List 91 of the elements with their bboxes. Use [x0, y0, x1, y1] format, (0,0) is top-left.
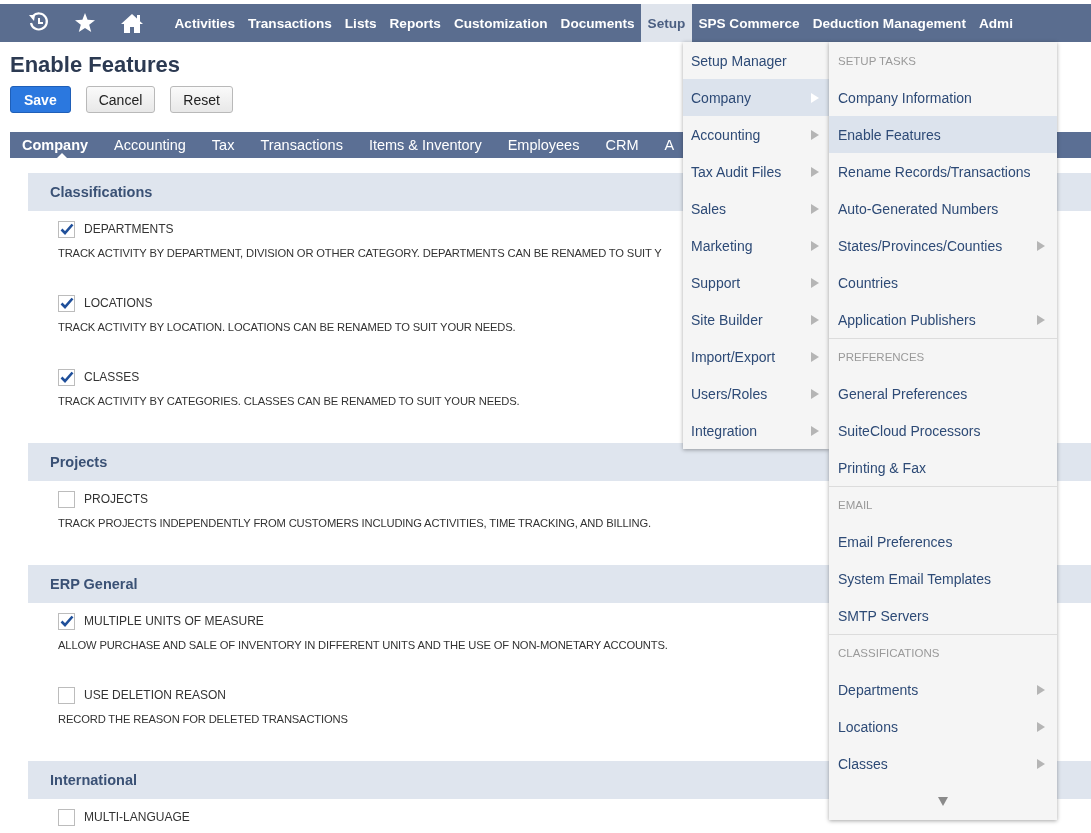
tab[interactable]: CRM: [605, 132, 652, 158]
tab[interactable]: Accounting: [114, 132, 199, 158]
menu-item[interactable]: Site Builder: [683, 301, 829, 338]
menu-item[interactable]: Marketing: [683, 227, 829, 264]
submenu-arrow-icon[interactable]: [1037, 684, 1045, 695]
section-title: Classifications: [50, 184, 153, 200]
submenu-arrow-icon[interactable]: [811, 388, 819, 399]
menu-item[interactable]: SMTP Servers: [829, 597, 1057, 634]
menu-item[interactable]: Locations: [829, 708, 1057, 745]
nav-item[interactable]: Deduction Management: [806, 4, 973, 42]
section-title: Projects: [50, 454, 108, 470]
menu-item[interactable]: Enable Features: [829, 116, 1057, 153]
menu-item[interactable]: Departments: [829, 671, 1057, 708]
recent-icon[interactable]: [28, 12, 50, 34]
menu-item[interactable]: SuiteCloud Processors: [829, 412, 1057, 449]
feature-description: TRACK ACTIVITY BY CATEGORIES. CLASSES CAN BE RENAMED TO SUIT YOUR NEEDS.: [58, 395, 521, 407]
tab[interactable]: Items & Inventory: [368, 132, 495, 158]
menu-item[interactable]: Support: [683, 264, 829, 301]
tab[interactable]: Employees: [507, 132, 593, 158]
nav-item[interactable]: SPS Commerce: [691, 4, 807, 42]
feature-description: ALLOW PURCHASE AND SALE OF INVENTORY IN DIFFERENT UNITS AND THE USE OF NON-MONETARY ACCOUNTS.: [58, 639, 669, 651]
menu-item[interactable]: States/Provinces/Counties: [829, 227, 1057, 264]
feature-label: MULTI-LANGUAGE: [84, 810, 190, 824]
submenu-arrow-icon[interactable]: [1037, 758, 1045, 769]
menu-item[interactable]: Printing & Fax: [829, 449, 1057, 486]
menu-section-heading: PREFERENCES: [838, 351, 925, 363]
menu-item[interactable]: Rename Records/Transactions: [829, 153, 1057, 190]
menu-item[interactable]: Auto-Generated Numbers: [829, 190, 1057, 227]
nav-item[interactable]: Transactions: [241, 4, 339, 42]
menu-item[interactable]: Users/Roles: [683, 375, 829, 412]
feature-label: CLASSES: [84, 370, 140, 384]
nav-item[interactable]: Setup: [641, 4, 692, 42]
scroll-down-icon[interactable]: [938, 796, 948, 806]
menu-item[interactable]: Application Publishers: [829, 301, 1057, 338]
submenu-arrow-icon[interactable]: [811, 351, 819, 362]
feature-description: TRACK PROJECTS INDEPENDENTLY FROM CUSTOMERS INCLUDING ACTIVITIES, TIME TRACKING, AND BILLING.: [58, 517, 652, 529]
tab[interactable]: Company: [22, 132, 102, 158]
menu-item[interactable]: Email Preferences: [829, 523, 1057, 560]
home-icon[interactable]: [120, 12, 144, 34]
page-title: Enable Features: [10, 52, 180, 78]
menu-item[interactable]: Classes: [829, 745, 1057, 782]
checkbox[interactable]: [58, 686, 75, 704]
submenu-arrow-icon[interactable]: [811, 425, 819, 436]
checkbox[interactable]: [58, 220, 75, 238]
checkbox[interactable]: [58, 612, 75, 630]
feature-label: LOCATIONS: [84, 296, 153, 310]
nav-item[interactable]: Reports: [383, 4, 448, 42]
menu-item[interactable]: Countries: [829, 264, 1057, 301]
submenu-arrow-icon[interactable]: [811, 129, 819, 140]
checkbox[interactable]: [58, 294, 75, 312]
section-title: ERP General: [50, 576, 138, 592]
menu-item[interactable]: Company Information: [829, 79, 1057, 116]
save-button[interactable]: Save: [10, 86, 71, 113]
menu-item[interactable]: Import/Export: [683, 338, 829, 375]
submenu-arrow-icon[interactable]: [1037, 721, 1045, 732]
feature-label: MULTIPLE UNITS OF MEASURE: [84, 614, 264, 628]
submenu-arrow-icon[interactable]: [811, 166, 819, 177]
checkbox[interactable]: [58, 808, 75, 826]
submenu-arrow-icon[interactable]: [1037, 314, 1045, 325]
section-title: International: [50, 772, 137, 788]
star-icon[interactable]: [74, 12, 96, 34]
form-button[interactable]: Reset: [170, 86, 233, 113]
submenu-arrow-icon[interactable]: [811, 92, 819, 103]
feature-label: USE DELETION REASON: [84, 688, 227, 702]
submenu-arrow-icon[interactable]: [811, 240, 819, 251]
feature-label: DEPARTMENTS: [84, 222, 174, 236]
checkbox[interactable]: [58, 490, 75, 508]
menu-section-heading: CLASSIFICATIONS: [838, 647, 940, 659]
tab[interactable]: Transactions: [260, 132, 356, 158]
submenu-arrow-icon[interactable]: [811, 277, 819, 288]
menu-section-heading: EMAIL: [838, 499, 873, 511]
menu-item[interactable]: System Email Templates: [829, 560, 1057, 597]
nav-item[interactable]: Activities: [168, 4, 242, 42]
menu-section-heading: SETUP TASKS: [838, 54, 916, 67]
nav-item[interactable]: Customization: [447, 4, 555, 42]
menu-item[interactable]: Company: [683, 79, 829, 116]
form-button[interactable]: Cancel: [85, 86, 156, 113]
menu-item[interactable]: Setup Manager: [683, 42, 829, 79]
nav-item[interactable]: Documents: [554, 4, 642, 42]
nav-item[interactable]: Admi: [972, 4, 1020, 42]
menu-item[interactable]: General Preferences: [829, 375, 1057, 412]
menu-item[interactable]: Integration: [683, 412, 829, 449]
submenu-arrow-icon[interactable]: [811, 203, 819, 214]
feature-description: RECORD THE REASON FOR DELETED TRANSACTIONS: [58, 713, 349, 725]
checkbox[interactable]: [58, 368, 75, 386]
submenu-arrow-icon[interactable]: [1037, 240, 1045, 251]
tab[interactable]: Tax: [211, 132, 248, 158]
feature-label: PROJECTS: [84, 492, 148, 506]
nav-item[interactable]: Lists: [338, 4, 384, 42]
submenu-arrow-icon[interactable]: [811, 314, 819, 325]
menu-item[interactable]: Sales: [683, 190, 829, 227]
